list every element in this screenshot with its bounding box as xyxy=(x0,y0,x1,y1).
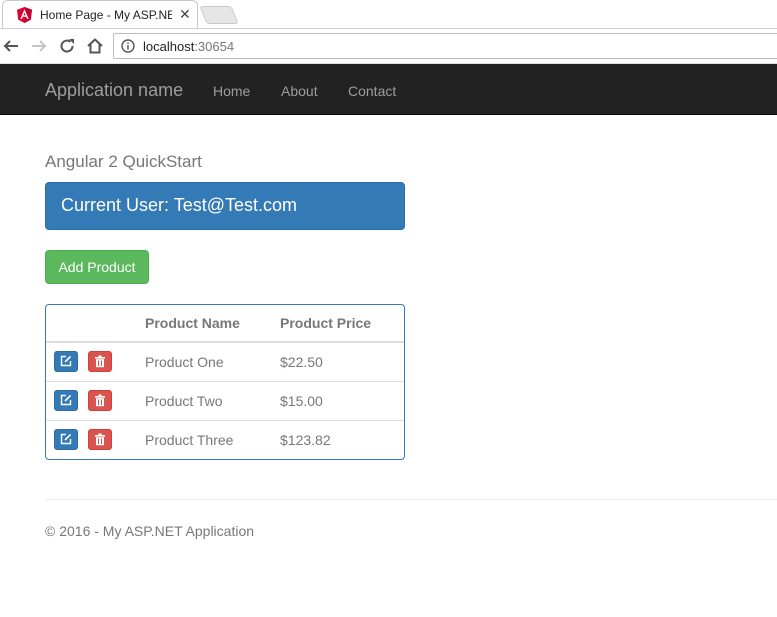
row-actions xyxy=(46,419,137,459)
edit-icon xyxy=(60,356,72,367)
back-arrow-icon[interactable] xyxy=(2,37,20,55)
table-row: Product Three $123.82 xyxy=(46,419,404,459)
product-name-cell: Product Three xyxy=(137,419,272,459)
edit-icon xyxy=(60,434,72,445)
delete-button[interactable] xyxy=(88,429,112,451)
table-row: Product Two $15.00 xyxy=(46,380,404,420)
new-tab-button[interactable] xyxy=(199,6,239,24)
trash-icon xyxy=(95,433,105,446)
product-price-cell: $15.00 xyxy=(272,380,404,420)
page-heading: Angular 2 QuickStart xyxy=(45,152,202,171)
address-bar[interactable]: localhost:30654 xyxy=(113,33,777,59)
products-table-panel: Product Name Product Price Product One $… xyxy=(45,304,405,460)
product-name-cell: Product Two xyxy=(137,380,272,420)
current-user-text: Current User: Test@Test.com xyxy=(61,195,298,215)
current-user-panel: Current User: Test@Test.com xyxy=(45,182,405,230)
angular-icon xyxy=(17,7,32,23)
product-name-header: Product Name xyxy=(137,305,272,343)
trash-icon xyxy=(95,394,105,407)
nav-link-contact[interactable]: Contact xyxy=(348,83,396,99)
row-actions xyxy=(46,342,137,381)
delete-button[interactable] xyxy=(88,351,112,373)
product-price-header: Product Price xyxy=(272,305,404,343)
actions-header xyxy=(46,305,137,343)
close-tab-icon[interactable]: ✕ xyxy=(179,6,191,22)
url-port: :30654 xyxy=(194,39,235,54)
product-price-cell: $123.82 xyxy=(272,419,404,459)
product-name-cell: Product One xyxy=(145,353,224,370)
site-navbar: Application name Home About Contact xyxy=(0,64,777,115)
reload-icon[interactable] xyxy=(58,37,76,55)
edit-icon xyxy=(60,394,72,406)
forward-arrow-icon[interactable] xyxy=(30,37,48,55)
footer-text: © 2016 - My ASP.NET Application xyxy=(45,523,255,539)
info-icon[interactable] xyxy=(121,39,135,53)
add-product-button[interactable]: Add Product xyxy=(45,250,149,284)
trash-icon xyxy=(95,355,105,368)
browser-toolbar: localhost:30654 xyxy=(0,28,777,64)
edit-button[interactable] xyxy=(54,351,78,373)
browser-tabstrip: Home Page - My ASP.NE ✕ xyxy=(0,0,777,28)
products-table: Product Name Product Price Product One $… xyxy=(46,305,404,459)
edit-button[interactable] xyxy=(54,390,78,411)
tab-title: Home Page - My ASP.NE xyxy=(40,8,172,22)
table-row: Product One $22.50 xyxy=(46,342,404,381)
footer-divider xyxy=(45,499,777,500)
table-header-row: Product Name Product Price xyxy=(46,305,404,343)
url-host: localhost xyxy=(143,39,195,54)
nav-link-home[interactable]: Home xyxy=(213,83,250,99)
browser-tab[interactable]: Home Page - My ASP.NE ✕ xyxy=(2,0,198,28)
nav-link-about[interactable]: About xyxy=(281,83,318,99)
product-price-cell: $22.50 xyxy=(280,353,323,370)
delete-button[interactable] xyxy=(88,390,112,411)
row-actions xyxy=(46,380,137,420)
brand-link[interactable]: Application name xyxy=(45,80,183,101)
edit-button[interactable] xyxy=(54,429,78,451)
home-icon[interactable] xyxy=(86,37,104,55)
url-text: localhost:30654 xyxy=(143,39,234,54)
